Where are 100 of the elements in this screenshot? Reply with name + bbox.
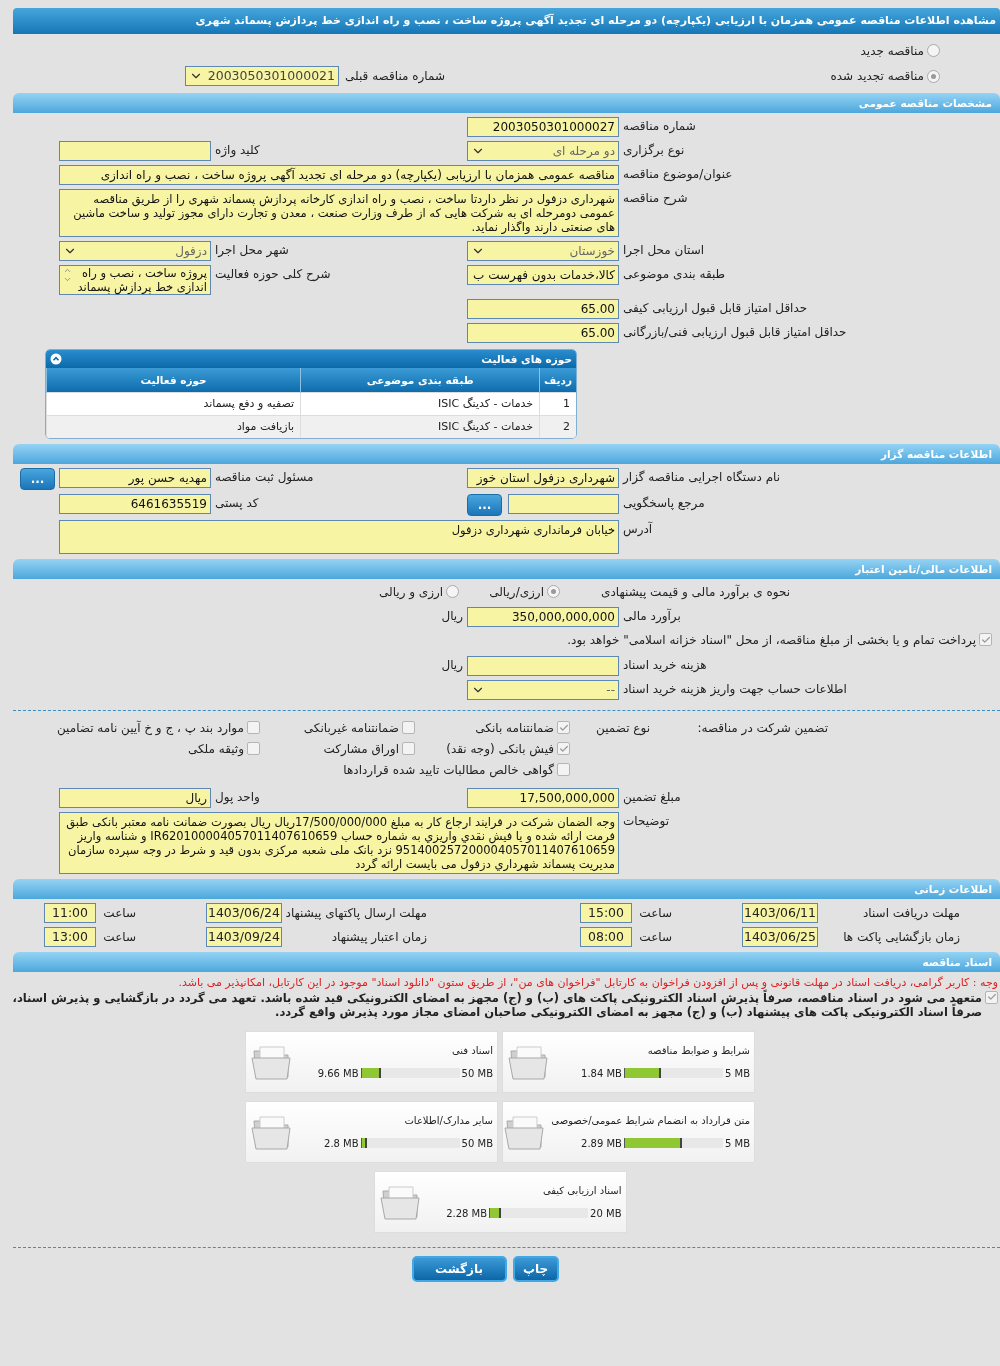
table-cell: 2	[539, 415, 576, 438]
select-field[interactable]: دو مرحله ای	[467, 140, 619, 161]
table-cell: 1	[539, 392, 576, 415]
text-field[interactable]	[508, 493, 619, 514]
checkbox[interactable]	[402, 742, 415, 755]
radio-label: ارزی و ریالی	[379, 584, 444, 599]
table-title: حوزه های فعالیت	[481, 352, 572, 365]
time-field[interactable]: 15:00	[580, 902, 632, 923]
radio-button[interactable]	[927, 44, 940, 57]
field-label: شرح کلی حوزه فعالیت	[215, 265, 332, 283]
field-label: شماره مناقصه	[623, 117, 697, 136]
time-field[interactable]: 13:00	[44, 926, 96, 947]
document-title: سایر مدارک/اطلاعات	[403, 1114, 493, 1126]
checkbox[interactable]	[247, 742, 260, 755]
field-label: نوع برگزاری	[623, 141, 686, 160]
text-field[interactable]: 65.00	[467, 298, 619, 319]
text-field[interactable]: 65.00	[467, 322, 619, 343]
checkbox[interactable]	[247, 721, 260, 734]
radio-button[interactable]	[927, 69, 940, 83]
commitment-text: متعهد می شود در اسناد مناقصه، صرفاً پذیرش اسناد الکترونیکی پاکت های (ب) و (ج) مجهز به امضای الکترونیکی قید شده باشد. تعهد می گردد در بازگشایی و پذیرش اسناد، صرفاً اسناد الکترونیکی پاکت های پیشنهاد (ب) و (ج) مجهز به امضای الکترونیکی صاحبان امضای مجاز مورد پذیرش واقع گردد.	[11, 990, 982, 1019]
field-label: مسئول ثبت مناقصه	[215, 468, 315, 486]
checkbox[interactable]	[985, 990, 998, 1004]
lookup-button[interactable]: ...	[20, 467, 55, 490]
field-label: شماره مناقصه قبلی	[345, 68, 445, 83]
field-label: کد پستی	[215, 494, 260, 512]
action-button[interactable]: بازگشت	[411, 1255, 507, 1282]
radio-label: مناقصه تجدید شده	[830, 69, 924, 84]
textarea-field[interactable]: خیابان فرمانداری شهرداری دزفول	[59, 519, 619, 554]
text-field[interactable]: پروژه ساخت ، نصب و راه اندازی خط پردازش پسماند	[59, 264, 211, 295]
file-size: 9.66 MB	[317, 1067, 359, 1079]
textarea-field[interactable]: وجه الضمان شرکت در فرایند ارجاع کار به مبلغ 17/500/000/000ریال ریال بصورت ضمانت نامه معتبر بانکی طبق فرمت ارائه شده و یا فیش نقدي واريزي به شماره حساب IR620100004057011407610659 و شناسه واریز 951400257200004057011407610659 نزد بانک ملی شعبه مرکزی بدون قید و شرط در وجه سپرده سازمان مدیریت پسماند شهرداري دزفول می بایست ارائه گردد	[59, 811, 619, 874]
text-field[interactable]: 6461635519	[59, 493, 211, 514]
checkbox-label: پرداخت تمام و یا بخشی از مبلغ مناقصه، از محل "اسناد خزانه اسلامی" خواهد بود.	[567, 632, 976, 647]
select-field[interactable]: دزفول	[59, 240, 211, 261]
checkbox[interactable]	[557, 763, 570, 776]
document-title: متن قرارداد به انضمام شرایط عمومی/خصوصی	[551, 1114, 750, 1126]
radio-label: مناقصه جدید	[860, 43, 924, 58]
checkbox[interactable]	[557, 742, 570, 755]
radio-button[interactable]	[446, 585, 460, 598]
section-header: اطلاعات زمانی	[13, 878, 1000, 899]
text-field[interactable]: 17,500,000,000	[467, 787, 619, 808]
notice-text: وجه : کاربر گرامی، دریافت اسناد در مهلت قانونی و پس از افزودن فراخوان به کارتابل "فراخوان های من"، از طریق ستون "دانلود اسناد" موجود در این کارتابل، امکانپذیر می باشد.	[177, 975, 999, 989]
document-title: شرایط و ضوابط مناقصه	[646, 1044, 750, 1056]
text-field[interactable]: کالا،خدمات بدون فهرست ب	[467, 264, 619, 285]
date-field[interactable]: 1403/06/25	[742, 926, 818, 947]
field-label: زمان بازگشایی پاکت ها	[842, 929, 960, 944]
checkbox[interactable]	[557, 721, 570, 734]
page-title: مشاهده اطلاعات مناقصه عمومی همزمان با ارزیابی (یکپارچه) دو مرحله ای تجدید آگهی پروژه ساخت ، نصب و راه اندازی خط پردازش پسماند شهری	[13, 8, 1000, 34]
text-field[interactable]: مناقصه عمومی همزمان با ارزیابی (یکپارچه) دو مرحله ای تجدید آگهی پروژه ساخت ، نصب و راه اندازی	[59, 164, 619, 185]
unit-label: ریال	[440, 656, 463, 674]
checkbox-label: فیش بانکی (وجه نقد)	[446, 741, 554, 756]
checkbox[interactable]	[402, 721, 415, 734]
file-size: 2.89 MB	[581, 1137, 622, 1149]
time-field[interactable]: 11:00	[44, 902, 96, 923]
table-cell: خدمات - کدینگ ISIC	[300, 415, 540, 438]
table-cell: خدمات - کدینگ ISIC	[300, 392, 540, 415]
text-field[interactable]: 350,000,000,000	[467, 606, 619, 627]
collapse-icon[interactable]	[50, 352, 62, 365]
checkbox-label: موارد بند پ ، ج و خ آیین نامه تضامین	[56, 720, 244, 735]
field-label: مهلت ارسال پاکتهای پیشنهاد	[284, 905, 427, 920]
column-header: طبقه بندی موضوعی	[300, 367, 540, 392]
checkbox[interactable]	[979, 633, 992, 646]
field-label: ساعت	[638, 905, 672, 920]
field-label: نام دستگاه اجرایی مناقصه گزار	[623, 468, 782, 486]
radio-label: ارزی/ریالی	[489, 584, 544, 599]
section-header: اسناد مناقصه	[13, 951, 1000, 972]
select-field[interactable]: 2003050301000021	[185, 65, 339, 86]
text-field[interactable]	[59, 140, 211, 161]
field-label: مرجع پاسخگویی	[623, 494, 706, 513]
text-field[interactable]: 2003050301000027	[467, 116, 619, 137]
text-field[interactable]	[467, 655, 619, 676]
date-field[interactable]: 1403/06/11	[742, 902, 818, 923]
date-field[interactable]: 1403/06/24	[206, 902, 282, 923]
size-limit: 5 MB	[724, 1137, 750, 1149]
field-label: مهلت دریافت اسناد	[862, 905, 960, 920]
time-field[interactable]: 08:00	[580, 926, 632, 947]
field-label: طبقه بندی موضوعی	[623, 265, 727, 284]
column-header: ردیف	[539, 367, 576, 392]
field-label: ساعت	[102, 929, 136, 944]
text-field[interactable]: ریال	[59, 787, 211, 808]
checkbox-label: اوراق مشارکت	[323, 741, 399, 756]
text-field[interactable]: مهدیه حسن پور	[59, 467, 211, 488]
date-field[interactable]: 1403/09/24	[206, 926, 282, 947]
field-label: استان محل اجرا	[623, 241, 706, 259]
action-button[interactable]: چاپ	[512, 1255, 559, 1282]
lookup-button[interactable]: ...	[467, 493, 502, 516]
document-title: اسناد فنی	[451, 1044, 493, 1056]
field-label: شهر محل اجرا	[215, 241, 290, 260]
field-label: آدرس	[623, 520, 654, 539]
field-label: نوع تضمین	[595, 721, 650, 735]
text-field[interactable]: شهرداری دزفول استان خوز	[467, 467, 619, 488]
file-size: 2.28 MB	[446, 1207, 488, 1219]
radio-button[interactable]	[547, 585, 560, 598]
checkbox-label: ضمانتنامه بانکی	[475, 720, 554, 735]
field-label: کلید واژه	[215, 141, 261, 160]
textarea-field[interactable]: شهرداری دزفول در نظر داردتا ساخت ، نصب و راه اندازی کارخانه پردازش پسماند شهری را از طریق مناقصه عمومی دومرحله ای به شرکت هایی که از طرف وزارت صنعت ، معدن و تجارت دارای مجوز تولید و ساخت ماشین های صنعتی دارند واگذار نماید.	[59, 188, 619, 237]
field-label: توضیحات	[623, 812, 671, 831]
file-size: 2.8 MB	[324, 1137, 359, 1149]
select-field[interactable]: خوزستان	[467, 240, 619, 261]
select-field[interactable]: --	[467, 679, 619, 700]
